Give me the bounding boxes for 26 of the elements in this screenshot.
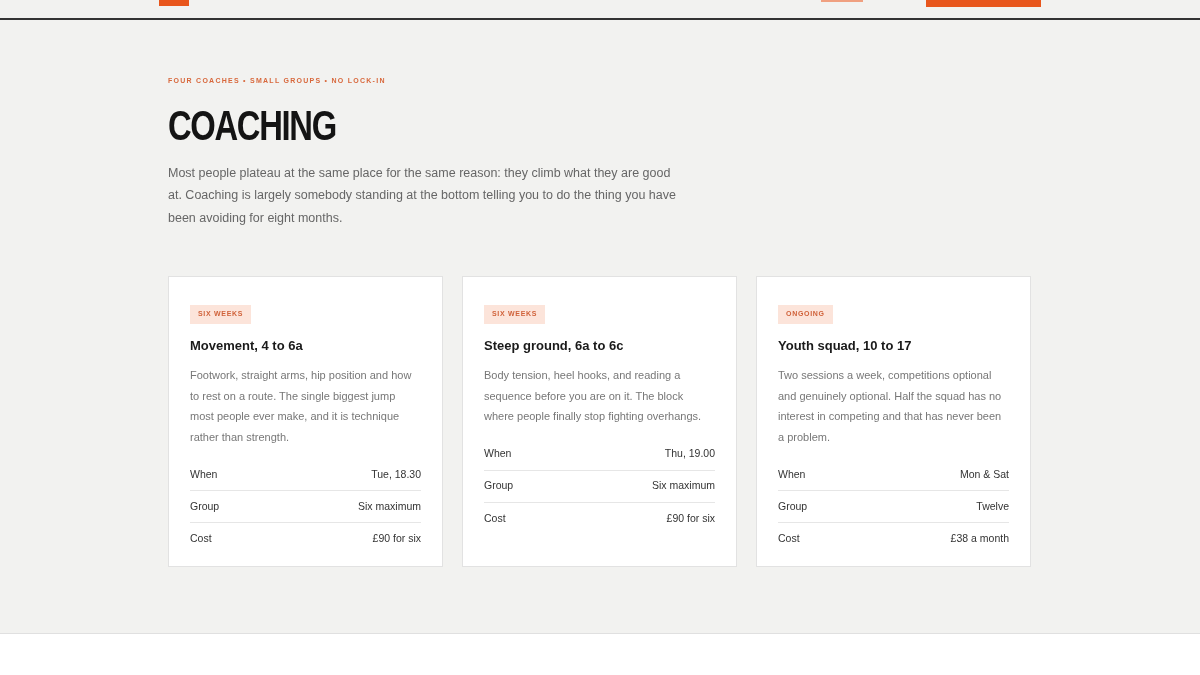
page-title: COACHING [168,103,336,148]
detail-value: £90 for six [372,531,421,547]
detail-label: Cost [484,510,506,526]
course-description: Footwork, straight arms, hip position and how to rest on a route. The single biggest jump most people ever make, and it is technique rather than strength. [190,368,413,445]
course-description: Two sessions a week, competitions optional and genuinely optional. Half the squad has no interest in competing and that has never been a problem. [778,368,1003,445]
detail-label: Cost [190,531,212,547]
detail-value: Tue, 18.30 [371,466,421,482]
detail-label: Cost [778,531,800,547]
course-description: Body tension, heel hooks, and reading a sequence before you are on it. The block where people finally stop fighting overhangs. [484,368,703,424]
detail-value: Six maximum [358,498,421,514]
detail-label: Group [484,478,514,494]
course-title: Movement, 4 to 6a [190,336,304,355]
detail-value: £38 a month [950,531,1009,547]
detail-label: When [778,466,806,482]
detail-label: Group [190,498,220,514]
course-title: Youth squad, 10 to 17 [778,336,913,355]
detail-value: Thu, 19.00 [664,446,715,462]
course-title: Steep ground, 6a to 6c [484,336,625,355]
intro-paragraph: Most people plateau at the same place for the same reason: they climb what they are good at. Coaching is largely somebody standing at the bottom telling you to do the thing you have been avoiding for eight months. [168,164,677,227]
detail-label: When [484,446,512,462]
detail-value: Six maximum [652,478,715,494]
detail-value: Twelve [976,498,1009,514]
detail-label: When [190,466,218,482]
detail-label: Group [778,498,808,514]
detail-value: £90 for six [666,510,715,526]
detail-value: Mon & Sat [959,466,1009,482]
